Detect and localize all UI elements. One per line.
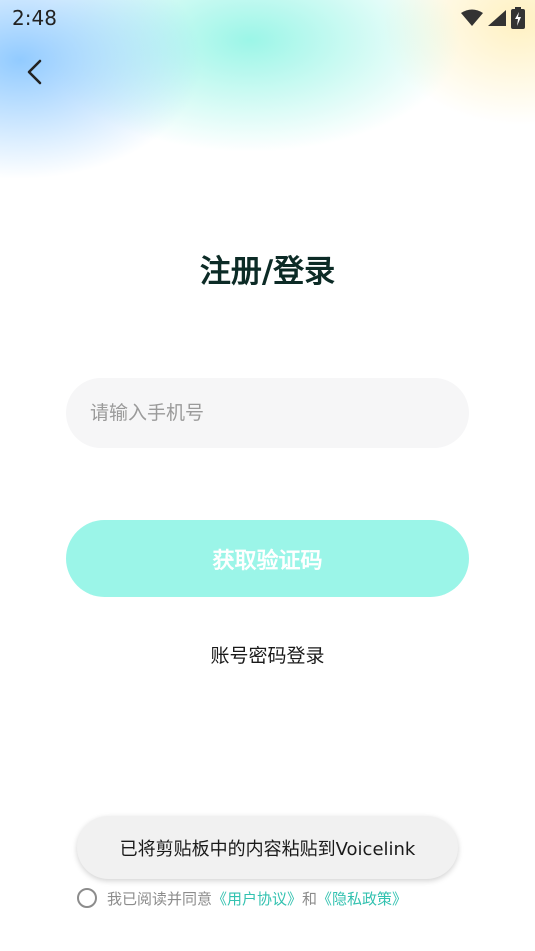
wifi-icon <box>461 9 483 31</box>
agreement-row: 我已阅读并同意 《用户协议》 和 《隐私政策》 <box>77 884 407 912</box>
cell-signal-icon <box>487 9 507 31</box>
back-button[interactable] <box>18 54 54 90</box>
agreement-and: 和 <box>302 889 318 908</box>
header-gradient-background <box>0 0 535 260</box>
status-time: 2:48 <box>12 6 57 30</box>
status-bar: 2:48 <box>0 0 535 36</box>
privacy-policy-link[interactable]: 《隐私政策》 <box>317 888 407 909</box>
get-code-button[interactable]: 获取验证码 <box>66 520 469 597</box>
toast-text: 已将剪贴板中的内容粘贴到Voicelink <box>119 838 416 860</box>
page-title: 注册/登录 <box>199 254 336 290</box>
status-icons <box>461 7 525 33</box>
agreement-prefix: 我已阅读并同意 <box>107 889 213 908</box>
clipboard-toast: 已将剪贴板中的内容粘贴到Voicelink <box>77 816 458 879</box>
password-login-link[interactable]: 账号密码登录 <box>0 641 535 668</box>
battery-charging-icon <box>511 7 525 33</box>
phone-input[interactable] <box>66 378 469 448</box>
agreement-checkbox[interactable] <box>77 888 97 908</box>
user-agreement-link[interactable]: 《用户协议》 <box>212 888 302 909</box>
chevron-left-icon <box>18 59 54 94</box>
